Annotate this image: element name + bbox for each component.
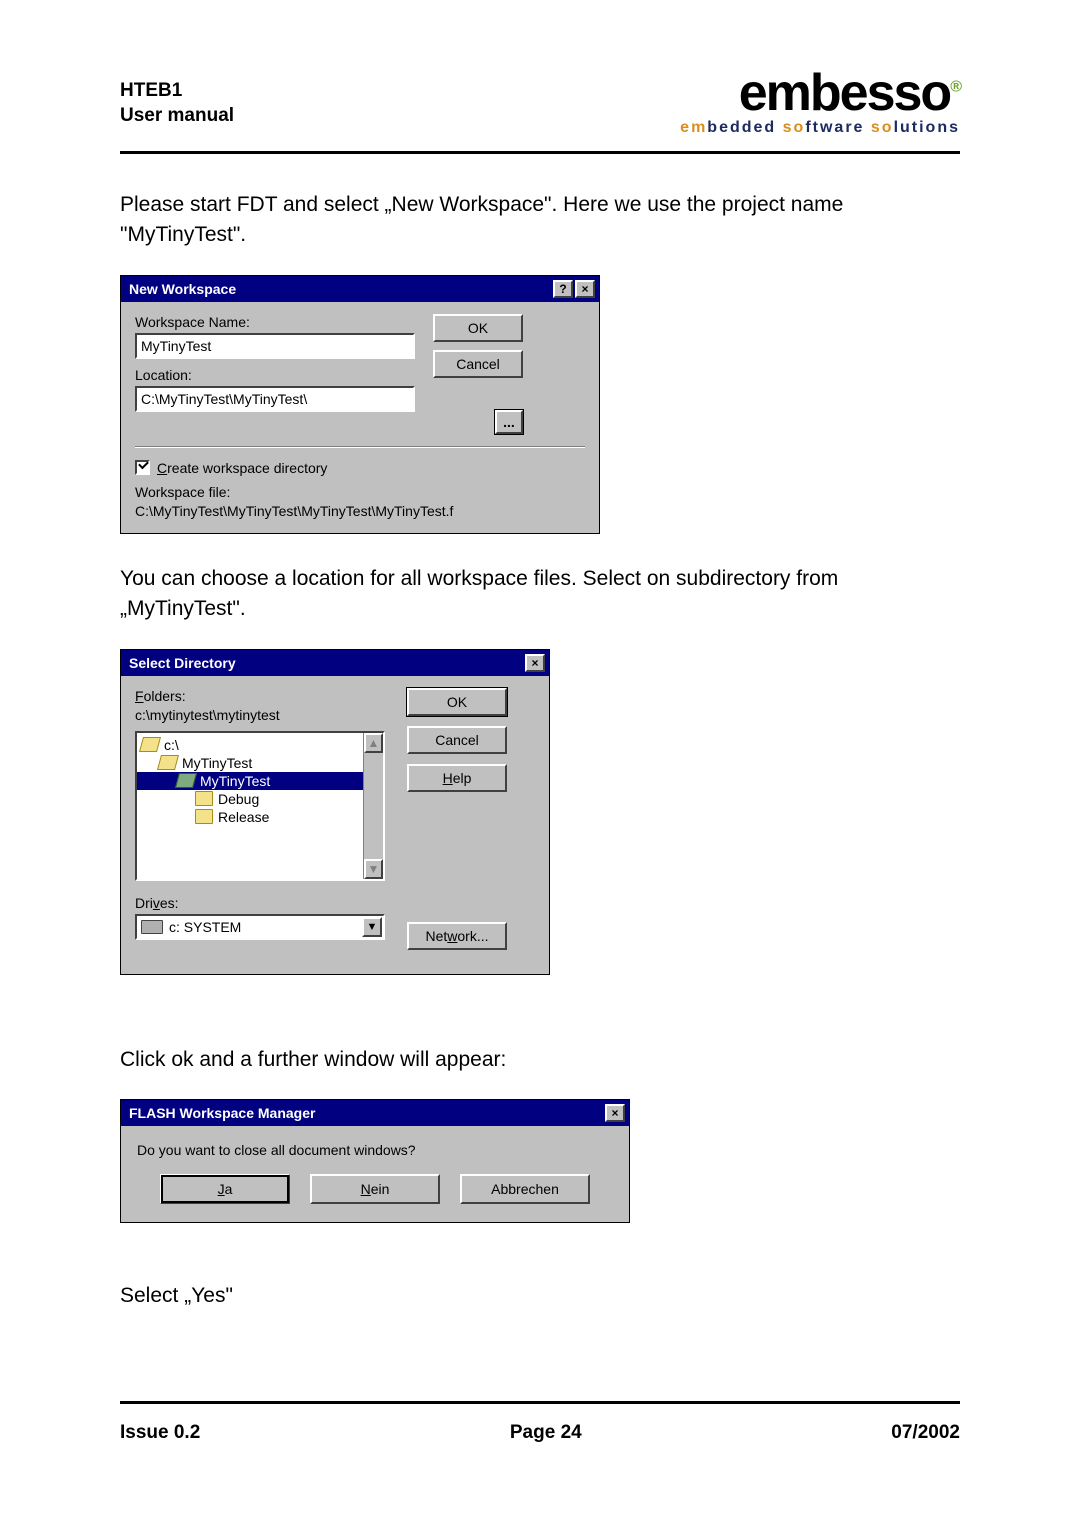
scroll-down-icon[interactable]: ▼ [364, 859, 383, 879]
tree-item-label: Debug [218, 791, 259, 807]
nein-button[interactable]: Nein [310, 1174, 440, 1204]
workspace-name-label: Workspace Name: [135, 314, 415, 330]
select-directory-dialog: Select Directory × Folders: c:\mytinytes… [120, 649, 550, 975]
abbrechen-button[interactable]: Abbrechen [460, 1174, 590, 1204]
doc-subtitle: User manual [120, 103, 234, 129]
close-icon[interactable]: × [575, 280, 595, 298]
folder-open-icon [157, 755, 179, 770]
ok-button[interactable]: OK [407, 688, 507, 716]
folder-closed-icon [195, 791, 213, 806]
ja-button[interactable]: Ja [160, 1174, 290, 1204]
drive-value: c: SYSTEM [169, 919, 241, 935]
divider [120, 151, 960, 154]
body-para: Select „Yes" [120, 1281, 960, 1311]
new-workspace-dialog: New Workspace ? × Workspace Name: MyTiny… [120, 275, 600, 534]
close-icon[interactable]: × [605, 1104, 625, 1122]
footer-center: Page 24 [510, 1422, 582, 1444]
tree-item-label: Release [218, 809, 269, 825]
scrollbar[interactable]: ▲ ▼ [363, 733, 383, 879]
drive-icon [141, 920, 163, 934]
folder-closed-icon [195, 809, 213, 824]
body-para: Click ok and a further window will appea… [120, 1045, 960, 1075]
create-dir-label: Create workspace directory [157, 460, 327, 476]
tree-item-label: MyTinyTest [182, 755, 252, 771]
help-button[interactable]: Help [407, 764, 507, 792]
location-input[interactable]: C:\MyTinyTest\MyTinyTest\ [135, 386, 415, 412]
ok-button[interactable]: OK [433, 314, 523, 342]
dialog-title: New Workspace [129, 281, 236, 297]
create-dir-checkbox[interactable] [135, 460, 150, 475]
folders-label: Folders: [135, 688, 385, 704]
browse-button[interactable]: ... [495, 410, 523, 434]
dropdown-icon[interactable]: ▼ [362, 917, 382, 937]
network-button[interactable]: Network... [407, 922, 507, 950]
body-para: You can choose a location for all worksp… [120, 564, 960, 625]
workspace-name-input[interactable]: MyTinyTest [135, 333, 415, 359]
dialog-question: Do you want to close all document window… [137, 1142, 613, 1158]
footer-left: Issue 0.2 [120, 1422, 200, 1444]
scroll-up-icon[interactable]: ▲ [364, 733, 383, 753]
dialog-title: Select Directory [129, 655, 236, 671]
tree-item-label: c:\ [164, 737, 179, 753]
divider [120, 1401, 960, 1404]
drive-select[interactable]: c: SYSTEM ▼ [135, 914, 385, 940]
drives-label: Drives: [135, 895, 385, 911]
dialog-title: FLASH Workspace Manager [129, 1105, 315, 1121]
help-icon[interactable]: ? [553, 280, 573, 298]
tree-item-label: MyTinyTest [200, 773, 270, 789]
folder-open-icon [175, 773, 197, 788]
workspace-file-value: C:\MyTinyTest\MyTinyTest\MyTinyTest\MyTi… [135, 503, 585, 519]
cancel-button[interactable]: Cancel [433, 350, 523, 378]
body-para: Please start FDT and select „New Workspa… [120, 190, 960, 251]
flash-workspace-manager-dialog: FLASH Workspace Manager × Do you want to… [120, 1099, 630, 1223]
folder-tree[interactable]: c:\ MyTinyTest MyTinyTest Debug Release … [135, 731, 385, 881]
logo-text: embesso [739, 64, 950, 122]
cancel-button[interactable]: Cancel [407, 726, 507, 754]
current-path: c:\mytinytest\mytinytest [135, 707, 385, 723]
close-icon[interactable]: × [525, 654, 545, 672]
footer-right: 07/2002 [891, 1422, 960, 1444]
doc-id: HTEB1 [120, 78, 234, 104]
folder-open-icon [139, 737, 161, 752]
workspace-file-label: Workspace file: [135, 484, 585, 500]
logo: embesso® embedded software solutions [680, 70, 960, 137]
location-label: Location: [135, 367, 415, 383]
